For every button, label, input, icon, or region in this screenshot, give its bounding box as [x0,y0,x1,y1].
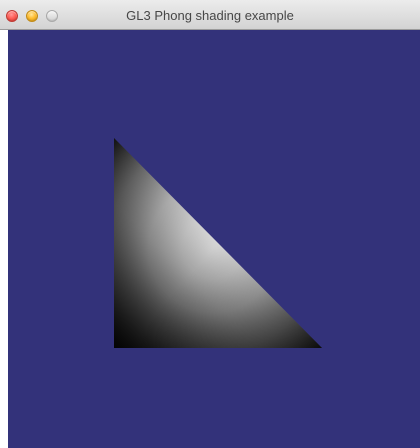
title-bar[interactable]: GL3 Phong shading example [0,0,420,30]
window-title: GL3 Phong shading example [126,8,294,23]
app-window: GL3 Phong shading example [0,0,420,448]
render-viewport [8,30,420,448]
opengl-canvas[interactable] [8,30,420,448]
